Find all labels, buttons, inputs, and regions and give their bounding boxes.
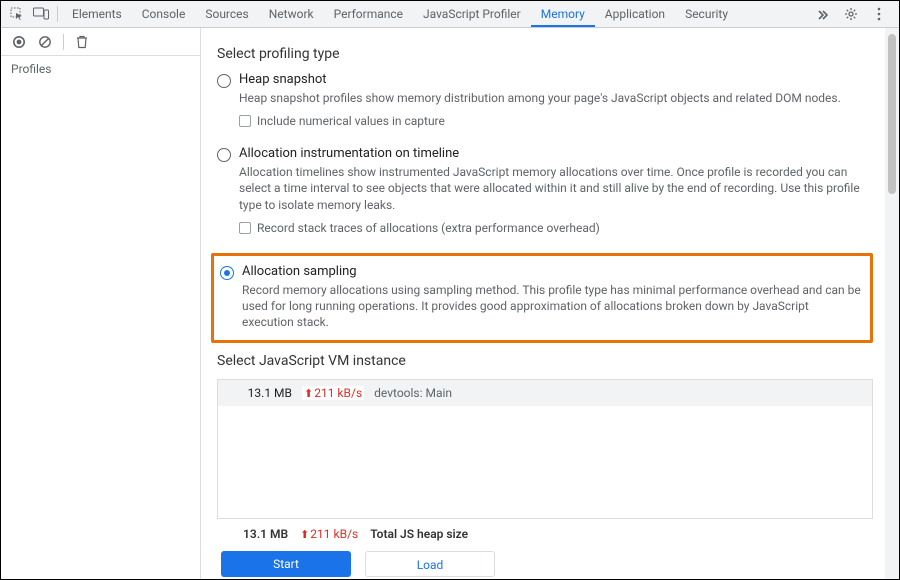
profiles-toolbar <box>1 28 200 56</box>
checkbox-label: Record stack traces of allocations (extr… <box>257 221 600 235</box>
tab-memory[interactable]: Memory <box>531 1 595 27</box>
profiling-option-heap-snapshot[interactable]: Heap snapshot Heap snapshot profiles sho… <box>217 72 873 140</box>
devtools-tab-strip: Elements Console Sources Network Perform… <box>1 1 899 28</box>
vm-instance-list: 13.1 MB ⬆ 211 kB/s devtools: Main <box>217 379 873 519</box>
kebab-menu-icon[interactable] <box>867 1 891 27</box>
profiling-type-title: Select profiling type <box>217 46 873 62</box>
tab-performance[interactable]: Performance <box>324 1 413 27</box>
summary-label: Total JS heap size <box>370 527 468 541</box>
tab-console[interactable]: Console <box>132 1 196 27</box>
device-toggle-icon[interactable] <box>29 1 53 27</box>
profiling-option-allocation-sampling[interactable]: Allocation sampling Record memory alloca… <box>214 264 862 331</box>
delete-icon[interactable] <box>74 34 90 50</box>
summary-rate: ⬆ 211 kB/s <box>298 527 360 541</box>
checkbox-record-stack-traces[interactable] <box>239 222 251 234</box>
checkbox-include-numerical[interactable] <box>239 115 251 127</box>
scrollbar[interactable] <box>885 28 899 579</box>
tab-network[interactable]: Network <box>259 1 324 27</box>
radio-allocation-timeline[interactable] <box>217 148 231 162</box>
inspect-icon[interactable] <box>5 1 29 27</box>
summary-memory: 13.1 MB <box>243 527 288 541</box>
tab-application[interactable]: Application <box>595 1 675 27</box>
heap-summary: 13.1 MB ⬆ 211 kB/s Total JS heap size <box>217 519 873 547</box>
vm-instance-title: Select JavaScript VM instance <box>217 353 873 369</box>
tab-security[interactable]: Security <box>675 1 738 27</box>
vm-rate: ⬆ 211 kB/s <box>302 386 364 400</box>
option-label: Allocation instrumentation on timeline <box>239 146 873 161</box>
start-button[interactable]: Start <box>221 551 351 577</box>
up-arrow-icon: ⬆ <box>304 387 313 400</box>
left-sidebar: Profiles <box>1 28 201 579</box>
option-label: Heap snapshot <box>239 72 873 87</box>
clear-icon[interactable] <box>37 34 53 50</box>
vm-instance-row[interactable]: 13.1 MB ⬆ 211 kB/s devtools: Main <box>218 380 872 406</box>
record-icon[interactable] <box>11 34 27 50</box>
radio-heap-snapshot[interactable] <box>217 74 231 88</box>
tab-elements[interactable]: Elements <box>62 1 132 27</box>
settings-icon[interactable] <box>839 1 863 27</box>
load-button[interactable]: Load <box>365 551 495 577</box>
profiles-heading: Profiles <box>1 56 200 82</box>
up-arrow-icon: ⬆ <box>300 528 309 541</box>
radio-allocation-sampling[interactable] <box>220 266 234 280</box>
highlighted-selection: Allocation sampling Record memory alloca… <box>211 253 873 344</box>
tab-js-profiler[interactable]: JavaScript Profiler <box>413 1 531 27</box>
vm-memory: 13.1 MB <box>230 386 292 400</box>
memory-panel: Select profiling type Heap snapshot Heap… <box>201 28 899 579</box>
checkbox-label: Include numerical values in capture <box>257 114 445 128</box>
tab-sources[interactable]: Sources <box>195 1 258 27</box>
option-desc: Record memory allocations using sampling… <box>242 282 862 331</box>
profiling-option-allocation-timeline[interactable]: Allocation instrumentation on timeline A… <box>217 146 873 247</box>
vm-name: devtools: Main <box>374 386 452 400</box>
more-tabs-icon[interactable] <box>811 1 835 27</box>
option-label: Allocation sampling <box>242 264 862 279</box>
action-buttons: Start Load <box>217 547 873 577</box>
option-desc: Heap snapshot profiles show memory distr… <box>239 90 873 106</box>
option-desc: Allocation timelines show instrumented J… <box>239 164 873 213</box>
